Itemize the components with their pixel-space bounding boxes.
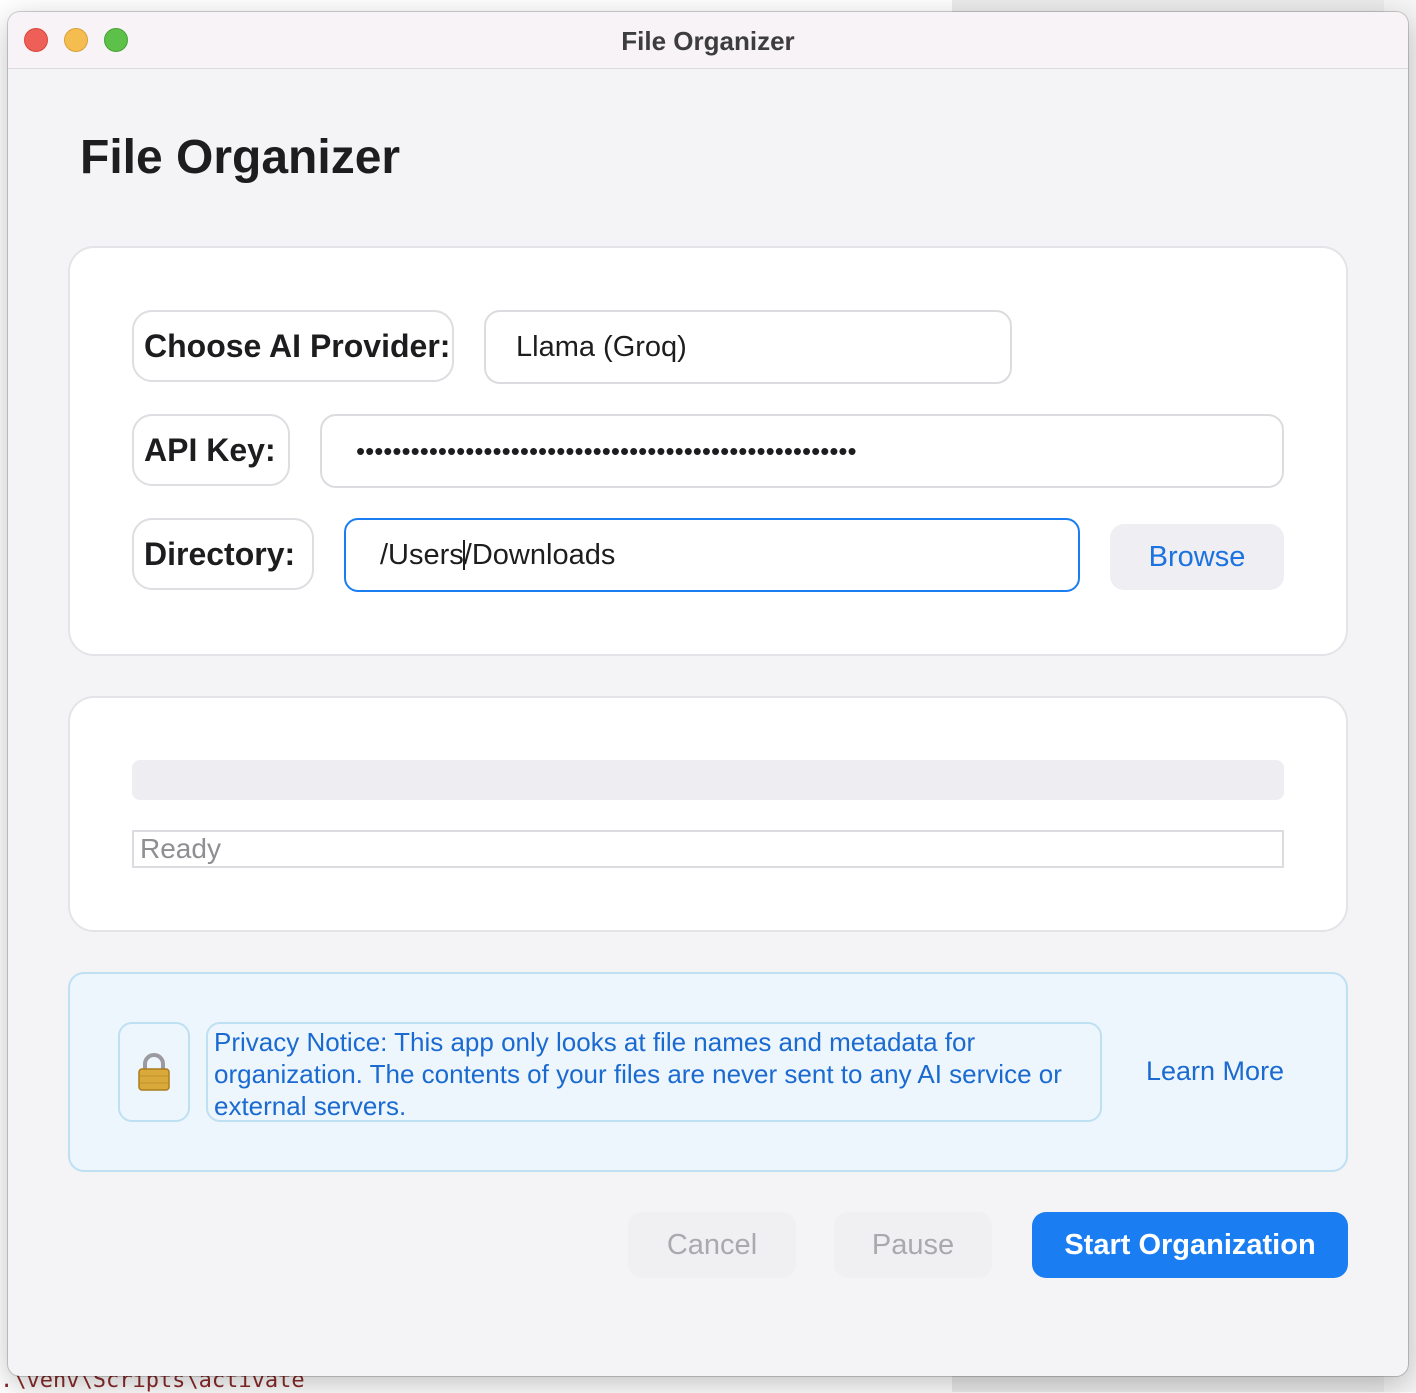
provider-label: Choose AI Provider:: [132, 310, 454, 382]
title-bar: File Organizer: [8, 12, 1408, 69]
cancel-button[interactable]: Cancel: [628, 1212, 796, 1278]
directory-input[interactable]: /Users/Downloads: [344, 518, 1080, 592]
start-organization-button[interactable]: Start Organization: [1032, 1212, 1348, 1278]
provider-select[interactable]: Llama (Groq): [484, 310, 1012, 384]
api-key-label: API Key:: [132, 414, 290, 486]
privacy-notice-text: Privacy Notice: This app only looks at f…: [206, 1022, 1102, 1122]
directory-text-after-caret: /Downloads: [463, 538, 616, 571]
directory-text-before-caret: /Users: [380, 538, 464, 571]
learn-more-link[interactable]: Learn More: [1146, 1056, 1284, 1087]
progress-bar: [132, 760, 1284, 800]
browse-button[interactable]: Browse: [1110, 524, 1284, 590]
privacy-notice: Privacy Notice: This app only looks at f…: [68, 972, 1348, 1172]
page-title: File Organizer: [80, 131, 401, 184]
app-window: File Organizer File Organizer Choose AI …: [8, 12, 1408, 1376]
progress-card: Ready: [68, 696, 1348, 932]
window-title: File Organizer: [621, 26, 795, 56]
settings-card: Choose AI Provider: Llama (Groq) API Key…: [68, 246, 1348, 656]
api-key-input[interactable]: ••••••••••••••••••••••••••••••••••••••••…: [320, 414, 1284, 488]
status-text: Ready: [132, 830, 1284, 868]
lock-icon: [118, 1022, 190, 1122]
directory-label: Directory:: [132, 518, 314, 590]
pause-button[interactable]: Pause: [834, 1212, 992, 1278]
